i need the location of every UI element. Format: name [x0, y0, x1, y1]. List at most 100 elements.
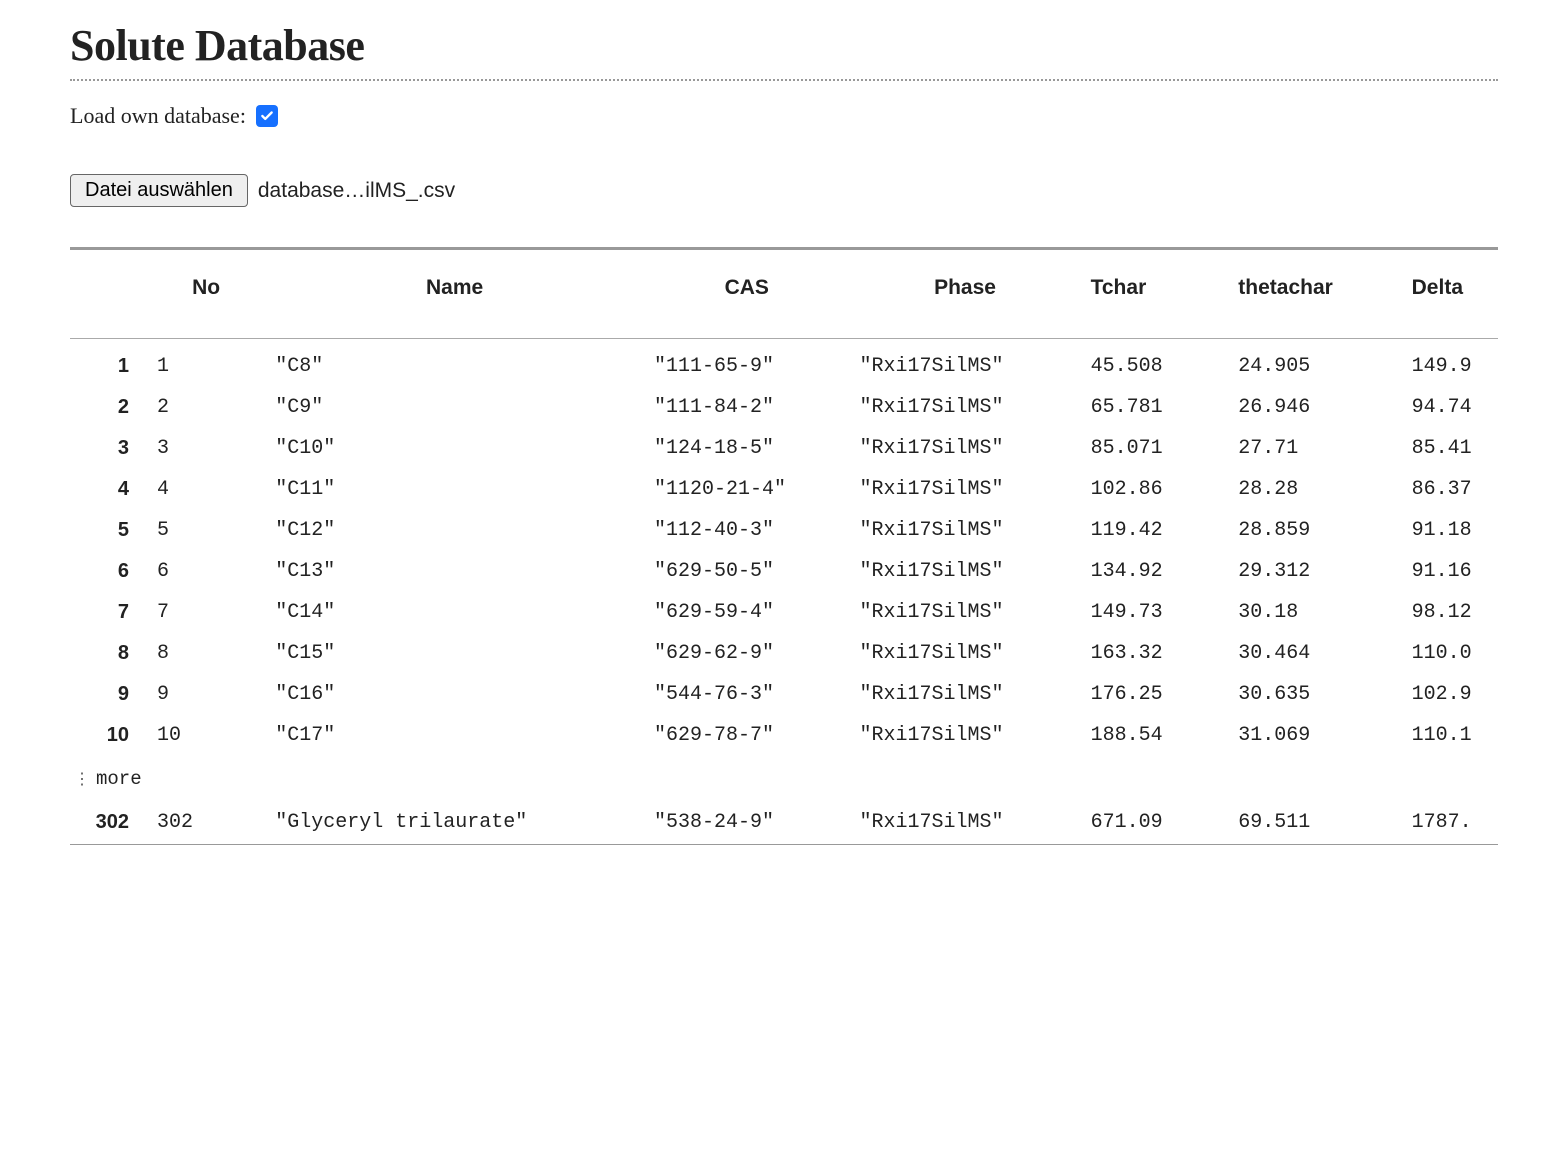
- row-index: 9: [70, 674, 147, 715]
- cell-thetachar: 27.71: [1228, 428, 1401, 469]
- cell-delta: 149.9: [1402, 339, 1498, 388]
- selected-filename: database…ilMS_.csv: [258, 179, 455, 203]
- cell-delta: 86.37: [1402, 469, 1498, 510]
- cell-cas: "124-18-5": [644, 428, 849, 469]
- cell-cas: "629-62-9": [644, 633, 849, 674]
- cell-delta: 98.12: [1402, 592, 1498, 633]
- load-database-checkbox[interactable]: [256, 105, 278, 127]
- cell-thetachar: 30.18: [1228, 592, 1401, 633]
- cell-no: 8: [147, 633, 265, 674]
- table-row: 66"C13""629-50-5""Rxi17SilMS"134.9229.31…: [70, 551, 1498, 592]
- col-header-delta[interactable]: Delta: [1402, 250, 1498, 339]
- table-row: 33"C10""124-18-5""Rxi17SilMS"85.07127.71…: [70, 428, 1498, 469]
- cell-no: 5: [147, 510, 265, 551]
- cell-thetachar: 30.464: [1228, 633, 1401, 674]
- table-row: 1010"C17""629-78-7""Rxi17SilMS"188.5431.…: [70, 715, 1498, 756]
- cell-delta: 110.0: [1402, 633, 1498, 674]
- cell-tchar: 102.86: [1081, 469, 1229, 510]
- table-row: 55"C12""112-40-3""Rxi17SilMS"119.4228.85…: [70, 510, 1498, 551]
- col-header-phase[interactable]: Phase: [849, 250, 1080, 339]
- cell-no: 9: [147, 674, 265, 715]
- cell-name: "C12": [265, 510, 644, 551]
- cell-no: 302: [147, 802, 265, 845]
- col-header-blank: [70, 250, 147, 339]
- row-index: 4: [70, 469, 147, 510]
- cell-tchar: 119.42: [1081, 510, 1229, 551]
- cell-name: "C11": [265, 469, 644, 510]
- cell-thetachar: 26.946: [1228, 387, 1401, 428]
- cell-phase: "Rxi17SilMS": [849, 592, 1080, 633]
- check-icon: [260, 109, 274, 123]
- load-database-label: Load own database:: [70, 103, 246, 129]
- cell-thetachar: 28.859: [1228, 510, 1401, 551]
- cell-cas: "544-76-3": [644, 674, 849, 715]
- cell-cas: "538-24-9": [644, 802, 849, 845]
- cell-tchar: 149.73: [1081, 592, 1229, 633]
- cell-no: 7: [147, 592, 265, 633]
- cell-delta: 85.41: [1402, 428, 1498, 469]
- solute-table: No Name CAS Phase Tchar thetachar Delta …: [70, 250, 1498, 845]
- cell-phase: "Rxi17SilMS": [849, 674, 1080, 715]
- cell-tchar: 85.071: [1081, 428, 1229, 469]
- cell-tchar: 45.508: [1081, 339, 1229, 388]
- cell-cas: "629-50-5": [644, 551, 849, 592]
- cell-thetachar: 69.511: [1228, 802, 1401, 845]
- cell-name: "C13": [265, 551, 644, 592]
- cell-cas: "111-65-9": [644, 339, 849, 388]
- cell-name: "C8": [265, 339, 644, 388]
- page-title: Solute Database: [70, 20, 1498, 71]
- table-row: 99"C16""544-76-3""Rxi17SilMS"176.2530.63…: [70, 674, 1498, 715]
- cell-name: "Glyceryl trilaurate": [265, 802, 644, 845]
- col-header-name[interactable]: Name: [265, 250, 644, 339]
- table-row: 22"C9""111-84-2""Rxi17SilMS"65.78126.946…: [70, 387, 1498, 428]
- cell-tchar: 65.781: [1081, 387, 1229, 428]
- cell-phase: "Rxi17SilMS": [849, 802, 1080, 845]
- choose-file-button[interactable]: Datei auswählen: [70, 174, 248, 207]
- cell-cas: "1120-21-4": [644, 469, 849, 510]
- cell-phase: "Rxi17SilMS": [849, 339, 1080, 388]
- more-label: more: [96, 768, 142, 790]
- cell-thetachar: 28.28: [1228, 469, 1401, 510]
- cell-phase: "Rxi17SilMS": [849, 715, 1080, 756]
- cell-no: 1: [147, 339, 265, 388]
- cell-name: "C9": [265, 387, 644, 428]
- table-row: 77"C14""629-59-4""Rxi17SilMS"149.7330.18…: [70, 592, 1498, 633]
- row-index: 302: [70, 802, 147, 845]
- cell-cas: "629-59-4": [644, 592, 849, 633]
- cell-name: "C16": [265, 674, 644, 715]
- cell-tchar: 671.09: [1081, 802, 1229, 845]
- cell-tchar: 176.25: [1081, 674, 1229, 715]
- cell-name: "C17": [265, 715, 644, 756]
- cell-cas: "111-84-2": [644, 387, 849, 428]
- cell-phase: "Rxi17SilMS": [849, 428, 1080, 469]
- cell-no: 4: [147, 469, 265, 510]
- cell-cas: "629-78-7": [644, 715, 849, 756]
- row-index: 7: [70, 592, 147, 633]
- cell-delta: 102.9: [1402, 674, 1498, 715]
- row-index: 1: [70, 339, 147, 388]
- cell-thetachar: 24.905: [1228, 339, 1401, 388]
- cell-name: "C15": [265, 633, 644, 674]
- table-row: 302302"Glyceryl trilaurate""538-24-9""Rx…: [70, 802, 1498, 845]
- more-rows-indicator[interactable]: ⋮ more: [70, 756, 1498, 802]
- cell-thetachar: 29.312: [1228, 551, 1401, 592]
- cell-phase: "Rxi17SilMS": [849, 387, 1080, 428]
- cell-thetachar: 31.069: [1228, 715, 1401, 756]
- col-header-tchar[interactable]: Tchar: [1081, 250, 1229, 339]
- col-header-no[interactable]: No: [147, 250, 265, 339]
- data-table-container: No Name CAS Phase Tchar thetachar Delta …: [70, 247, 1498, 845]
- cell-delta: 1787.: [1402, 802, 1498, 845]
- cell-delta: 91.18: [1402, 510, 1498, 551]
- col-header-thetachar[interactable]: thetachar: [1228, 250, 1401, 339]
- cell-no: 6: [147, 551, 265, 592]
- cell-cas: "112-40-3": [644, 510, 849, 551]
- row-index: 6: [70, 551, 147, 592]
- cell-no: 3: [147, 428, 265, 469]
- vertical-dots-icon: ⋮: [74, 769, 88, 789]
- col-header-cas[interactable]: CAS: [644, 250, 849, 339]
- row-index: 3: [70, 428, 147, 469]
- table-row: 11"C8""111-65-9""Rxi17SilMS"45.50824.905…: [70, 339, 1498, 388]
- cell-thetachar: 30.635: [1228, 674, 1401, 715]
- row-index: 10: [70, 715, 147, 756]
- row-index: 2: [70, 387, 147, 428]
